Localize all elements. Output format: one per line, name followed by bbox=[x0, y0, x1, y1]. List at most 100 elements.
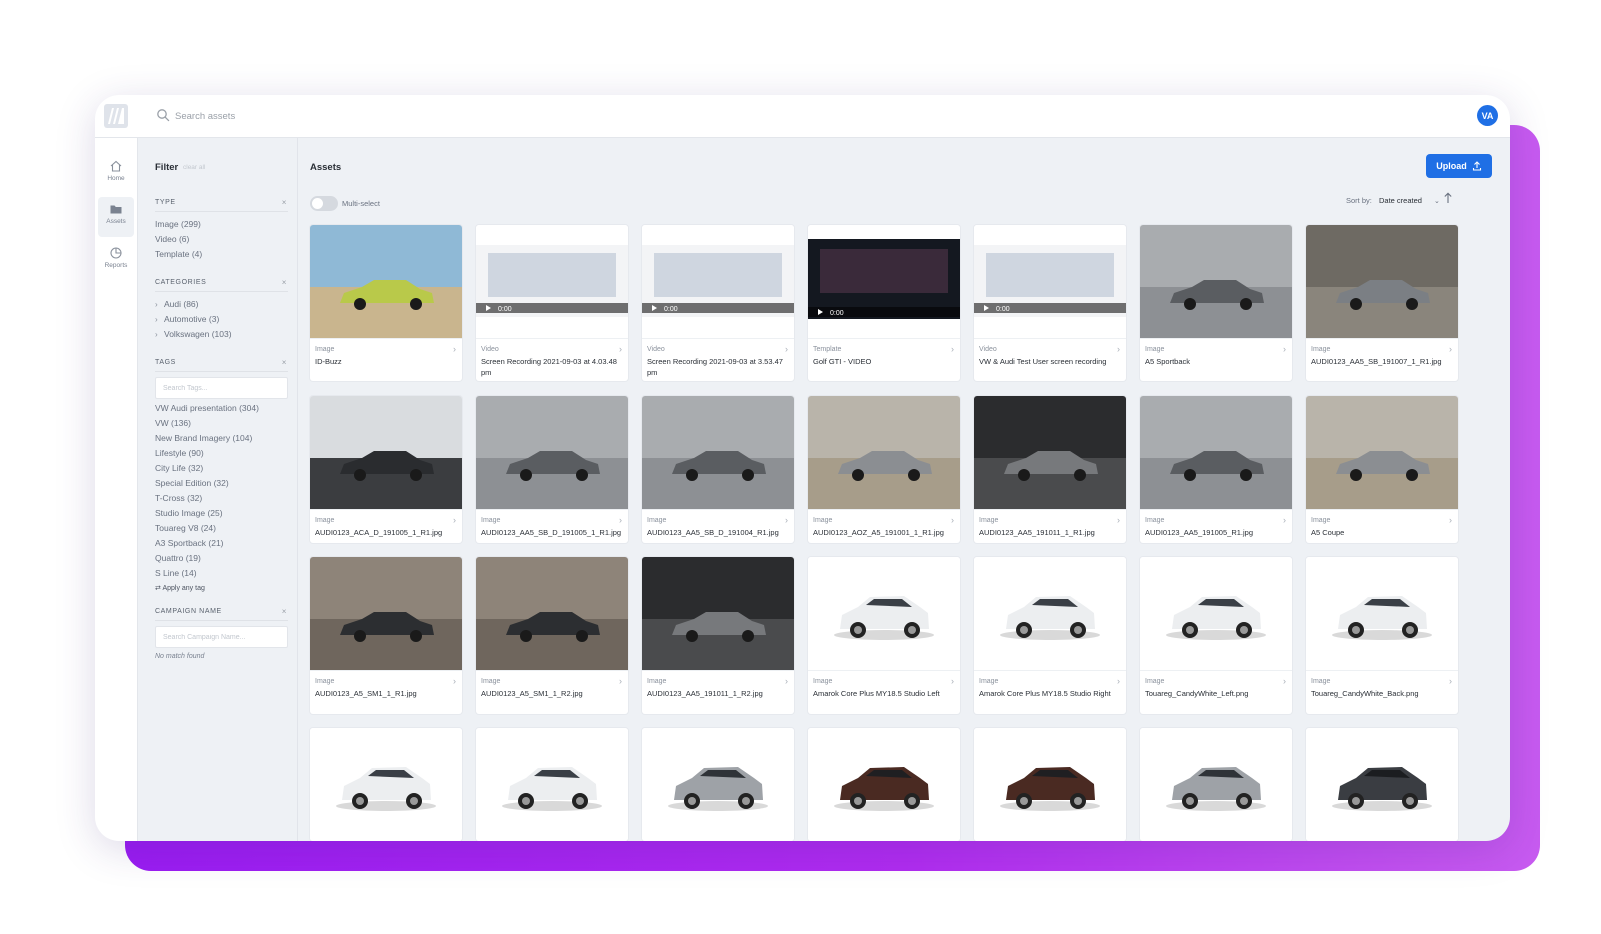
asset-card[interactable]: Image AUDI0123_A5_SM1_1_R2.jpg › bbox=[476, 557, 628, 714]
asset-thumbnail[interactable] bbox=[974, 396, 1126, 509]
close-icon[interactable]: × bbox=[282, 278, 287, 287]
asset-thumbnail[interactable] bbox=[310, 396, 462, 509]
chevron-right-icon[interactable]: › bbox=[1449, 344, 1452, 354]
asset-thumbnail[interactable] bbox=[974, 728, 1126, 841]
chevron-right-icon[interactable]: › bbox=[951, 676, 954, 686]
category-option[interactable]: › Volkswagen (103) bbox=[155, 327, 288, 342]
asset-thumbnail[interactable] bbox=[642, 728, 794, 841]
asset-thumbnail[interactable] bbox=[310, 728, 462, 841]
tags-search-input[interactable] bbox=[155, 377, 288, 399]
tag-option[interactable]: Studio Image (25) bbox=[155, 506, 288, 521]
asset-card[interactable]: Image AUDI0123_AA5_191011_1_R2.jpg › bbox=[642, 557, 794, 714]
asset-card[interactable]: Image A5 Coupe › bbox=[1306, 396, 1458, 543]
type-option[interactable]: Template (4) bbox=[155, 247, 288, 262]
asset-card[interactable]: Image A5 Sportback › bbox=[1140, 225, 1292, 381]
asset-thumbnail[interactable] bbox=[1140, 557, 1292, 670]
asset-thumbnail[interactable]: 0:00 bbox=[476, 225, 628, 338]
tag-option[interactable]: Quattro (19) bbox=[155, 551, 288, 566]
tag-option[interactable]: VW Audi presentation (304) bbox=[155, 401, 288, 416]
asset-thumbnail[interactable] bbox=[974, 557, 1126, 670]
chevron-right-icon[interactable]: › bbox=[453, 515, 456, 525]
close-icon[interactable]: × bbox=[282, 358, 287, 367]
type-option[interactable]: Image (299) bbox=[155, 217, 288, 232]
chevron-right-icon[interactable]: › bbox=[785, 515, 788, 525]
close-icon[interactable]: × bbox=[282, 607, 287, 616]
chevron-right-icon[interactable]: › bbox=[1117, 515, 1120, 525]
asset-card[interactable]: Image AUDI0123_AA5_SB_D_191004_R1.jpg › bbox=[642, 396, 794, 543]
asset-card[interactable] bbox=[974, 728, 1126, 841]
asset-card[interactable] bbox=[1140, 728, 1292, 841]
chevron-right-icon[interactable]: › bbox=[453, 344, 456, 354]
asset-thumbnail[interactable] bbox=[476, 396, 628, 509]
nav-assets[interactable]: Assets bbox=[98, 197, 134, 237]
sort-dropdown[interactable]: Date created bbox=[1379, 196, 1422, 205]
asset-thumbnail[interactable] bbox=[1140, 396, 1292, 509]
asset-card[interactable]: Image AUDI0123_AA5_SB_191007_1_R1.jpg › bbox=[1306, 225, 1458, 381]
asset-card[interactable]: Image ID-Buzz › bbox=[310, 225, 462, 381]
chevron-right-icon[interactable]: › bbox=[1449, 515, 1452, 525]
tag-option[interactable]: S Line (14) bbox=[155, 566, 288, 581]
asset-card[interactable]: Image AUDI0123_AOZ_A5_191001_1_R1.jpg › bbox=[808, 396, 960, 543]
asset-card[interactable]: Image Touareg_CandyWhite_Back.png › bbox=[1306, 557, 1458, 714]
asset-thumbnail[interactable]: 0:00 bbox=[642, 225, 794, 338]
asset-card[interactable]: Image Amarok Core Plus MY18.5 Studio Righ… bbox=[974, 557, 1126, 714]
tag-option[interactable]: Special Edition (32) bbox=[155, 476, 288, 491]
asset-card[interactable] bbox=[642, 728, 794, 841]
chevron-right-icon[interactable]: › bbox=[951, 515, 954, 525]
asset-thumbnail[interactable] bbox=[310, 225, 462, 338]
chevron-right-icon[interactable]: › bbox=[785, 676, 788, 686]
asset-card[interactable] bbox=[808, 728, 960, 841]
asset-thumbnail[interactable] bbox=[642, 396, 794, 509]
search-input[interactable] bbox=[175, 106, 475, 126]
asset-card[interactable]: Image Amarok Core Plus MY18.5 Studio Left… bbox=[808, 557, 960, 714]
asset-thumbnail[interactable] bbox=[1306, 396, 1458, 509]
tag-option[interactable]: City Life (32) bbox=[155, 461, 288, 476]
chevron-right-icon[interactable]: › bbox=[619, 344, 622, 354]
asset-card[interactable]: 0:00 Video Screen Recording 2021-09-03 at… bbox=[476, 225, 628, 381]
asset-card[interactable]: Image AUDI0123_A5_SM1_1_R1.jpg › bbox=[310, 557, 462, 714]
asset-thumbnail[interactable] bbox=[1140, 728, 1292, 841]
asset-card[interactable] bbox=[1306, 728, 1458, 841]
asset-thumbnail[interactable] bbox=[1306, 728, 1458, 841]
tag-option[interactable]: VW (136) bbox=[155, 416, 288, 431]
apply-any-tag-toggle[interactable]: ⇄ Apply any tag bbox=[155, 584, 288, 592]
asset-thumbnail[interactable]: 0:00 bbox=[808, 225, 960, 338]
sort-direction-icon[interactable] bbox=[1443, 192, 1453, 204]
chevron-right-icon[interactable]: › bbox=[785, 344, 788, 354]
asset-thumbnail[interactable] bbox=[1306, 225, 1458, 338]
upload-button[interactable]: Upload bbox=[1426, 154, 1492, 178]
clear-all-link[interactable]: clear all bbox=[183, 164, 205, 171]
tag-option[interactable]: T-Cross (32) bbox=[155, 491, 288, 506]
type-option[interactable]: Video (6) bbox=[155, 232, 288, 247]
asset-card[interactable]: 0:00 Video VW & Audi Test User screen rec… bbox=[974, 225, 1126, 381]
campaign-search-input[interactable] bbox=[155, 626, 288, 648]
user-avatar[interactable]: VA bbox=[1477, 105, 1498, 126]
chevron-right-icon[interactable]: › bbox=[1117, 676, 1120, 686]
category-option[interactable]: › Audi (86) bbox=[155, 297, 288, 312]
asset-card[interactable]: 0:00 Template Golf GTI - VIDEO › bbox=[808, 225, 960, 381]
chevron-down-icon[interactable]: ⌄ bbox=[1434, 197, 1440, 205]
tag-option[interactable]: Lifestyle (90) bbox=[155, 446, 288, 461]
asset-card[interactable]: Image Touareg_CandyWhite_Left.png › bbox=[1140, 557, 1292, 714]
asset-thumbnail[interactable] bbox=[808, 557, 960, 670]
asset-thumbnail[interactable]: 0:00 bbox=[974, 225, 1126, 338]
asset-thumbnail[interactable] bbox=[1140, 225, 1292, 338]
asset-thumbnail[interactable] bbox=[808, 728, 960, 841]
asset-card[interactable] bbox=[310, 728, 462, 841]
nav-reports[interactable]: Reports bbox=[98, 241, 134, 281]
asset-card[interactable]: Image AUDI0123_AA5_SB_D_191005_1_R1.jpg › bbox=[476, 396, 628, 543]
chevron-right-icon[interactable]: › bbox=[1283, 515, 1286, 525]
asset-thumbnail[interactable] bbox=[642, 557, 794, 670]
asset-card[interactable]: 0:00 Video Screen Recording 2021-09-03 at… bbox=[642, 225, 794, 381]
chevron-right-icon[interactable]: › bbox=[1283, 344, 1286, 354]
chevron-right-icon[interactable]: › bbox=[1117, 344, 1120, 354]
chevron-right-icon[interactable]: › bbox=[951, 344, 954, 354]
chevron-right-icon[interactable]: › bbox=[453, 676, 456, 686]
category-option[interactable]: › Automotive (3) bbox=[155, 312, 288, 327]
asset-thumbnail[interactable] bbox=[310, 557, 462, 670]
tag-option[interactable]: A3 Sportback (21) bbox=[155, 536, 288, 551]
asset-card[interactable] bbox=[476, 728, 628, 841]
asset-thumbnail[interactable] bbox=[476, 557, 628, 670]
nav-home[interactable]: Home bbox=[98, 154, 134, 194]
asset-card[interactable]: Image AUDI0123_AA5_191011_1_R1.jpg › bbox=[974, 396, 1126, 543]
